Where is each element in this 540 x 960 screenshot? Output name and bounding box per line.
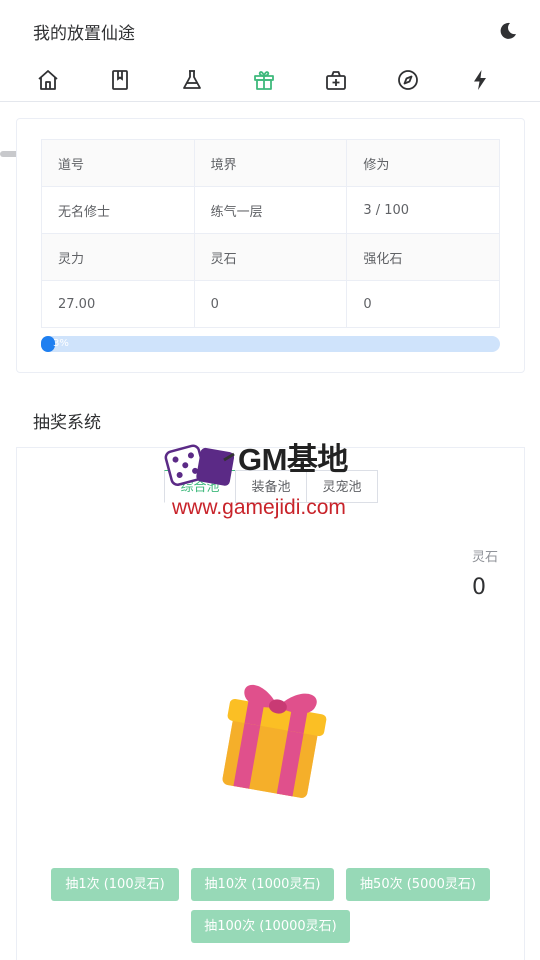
- app-header: 我的放置仙途: [0, 0, 540, 60]
- draw-10-button[interactable]: 抽10次 (1000灵石): [191, 868, 334, 901]
- flask-icon[interactable]: [180, 68, 204, 92]
- stat-value-enhance-stone: 0: [346, 280, 500, 328]
- spirit-stone-label: 灵石: [472, 550, 499, 565]
- stat-header: 灵力: [41, 233, 195, 281]
- stat-header: 修为: [346, 139, 500, 187]
- app-title: 我的放置仙途: [33, 24, 135, 44]
- draw-100-button[interactable]: 抽100次 (10000灵石): [191, 910, 350, 943]
- player-stats-table: 道号 境界 修为 无名修士 练气一层 3 / 100 灵力 灵石 强化石 27.…: [41, 139, 500, 328]
- stat-value-spirit-stone: 0: [193, 280, 348, 328]
- home-icon[interactable]: [36, 68, 60, 92]
- watermark-url: www.gamejidi.com: [172, 496, 346, 519]
- watermark: GM基地 www.gamejidi.com: [164, 434, 374, 524]
- watermark-title: GM基地: [238, 442, 348, 477]
- spirit-stone-value: 0: [472, 575, 486, 600]
- stat-value-cultivation: 3 / 100: [346, 186, 500, 234]
- lightning-icon[interactable]: [468, 68, 492, 92]
- moon-icon[interactable]: [498, 21, 518, 41]
- dice-logo-icon: [164, 444, 235, 486]
- draw-50-button[interactable]: 抽50次 (5000灵石): [346, 868, 490, 901]
- stat-header: 道号: [41, 139, 195, 187]
- stat-header: 灵石: [193, 233, 348, 281]
- stat-value-name: 无名修士: [41, 186, 195, 234]
- cultivation-progress-bar: 3%: [41, 336, 500, 352]
- player-stats-card: 道号 境界 修为 无名修士 练气一层 3 / 100 灵力 灵石 强化石 27.…: [16, 118, 525, 373]
- top-nav: [0, 60, 540, 157]
- lottery-title: 抽奖系统: [33, 413, 101, 433]
- stat-header: 强化石: [346, 233, 500, 281]
- progress-label: 3%: [53, 338, 69, 349]
- gift-icon[interactable]: [252, 68, 276, 92]
- stat-value-power: 27.00: [41, 280, 195, 328]
- gift-box-icon: [222, 684, 327, 798]
- medical-box-icon[interactable]: [324, 68, 348, 92]
- stat-value-realm: 练气一层: [193, 186, 348, 234]
- book-icon[interactable]: [108, 68, 132, 92]
- stat-header: 境界: [193, 139, 348, 187]
- compass-icon[interactable]: [396, 68, 420, 92]
- draw-1-button[interactable]: 抽1次 (100灵石): [51, 868, 179, 901]
